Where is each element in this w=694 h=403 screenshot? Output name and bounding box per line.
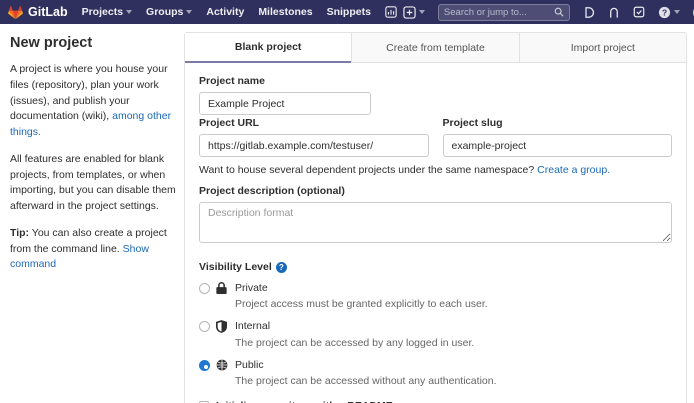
- page-title: New project: [10, 35, 176, 51]
- page-content: New project A project is where you house…: [0, 24, 694, 403]
- radio-public[interactable]: [199, 360, 210, 371]
- project-name-label: Project name: [199, 75, 672, 87]
- namespace-hint: Want to house several dependent projects…: [199, 164, 672, 176]
- visibility-level-label: Visibility Level: [199, 261, 272, 273]
- search-icon: [554, 7, 564, 17]
- tab-blank-project[interactable]: Blank project: [185, 33, 351, 63]
- visibility-option-description: The project can be accessed without any …: [235, 375, 672, 387]
- visibility-help-icon[interactable]: ?: [276, 262, 287, 273]
- chevron-down-icon: [126, 10, 132, 14]
- visibility-option-internal[interactable]: Internal The project can be accessed by …: [199, 320, 672, 349]
- navbar-right: ?: [403, 4, 694, 21]
- new-project-card: Blank project Create from template Impor…: [184, 32, 687, 403]
- project-description-label: Project description (optional): [199, 185, 672, 197]
- global-search[interactable]: [438, 4, 570, 21]
- nav-item-activity[interactable]: Activity: [206, 6, 244, 18]
- shield-icon: [216, 320, 235, 333]
- chart-icon[interactable]: [385, 6, 397, 18]
- visibility-option-description: The project can be accessed by any logge…: [235, 337, 672, 349]
- top-navbar: GitLab Projects Groups Activity Mileston…: [0, 0, 694, 24]
- blank-project-form: Project name Project URL Project slug Wa…: [185, 63, 686, 403]
- project-url-input[interactable]: [199, 134, 429, 157]
- project-slug-label: Project slug: [443, 117, 673, 129]
- visibility-option-name: Internal: [235, 320, 672, 332]
- radio-internal[interactable]: [199, 321, 210, 332]
- lock-icon: [216, 282, 235, 294]
- nav-item-milestones[interactable]: Milestones: [258, 6, 312, 18]
- nav-item-projects[interactable]: Projects: [82, 6, 132, 18]
- visibility-option-private[interactable]: Private Project access must be granted e…: [199, 282, 672, 310]
- logo-text: GitLab: [28, 5, 68, 19]
- nav-item-groups[interactable]: Groups: [146, 6, 192, 18]
- todos-icon[interactable]: [633, 6, 645, 18]
- help-icon: ?: [658, 6, 671, 19]
- gitlab-tanuki-icon: [8, 5, 23, 20]
- sidebar: New project A project is where you house…: [10, 32, 184, 403]
- project-slug-input[interactable]: [443, 134, 673, 157]
- project-description-textarea[interactable]: [199, 202, 672, 243]
- create-a-group-link[interactable]: Create a group.: [537, 164, 610, 176]
- tab-create-from-template[interactable]: Create from template: [351, 33, 518, 63]
- visibility-option-public[interactable]: Public The project can be accessed witho…: [199, 359, 672, 387]
- project-url-field: Project URL: [199, 115, 429, 157]
- visibility-option-description: Project access must be granted explicitl…: [235, 298, 672, 310]
- project-slug-field: Project slug: [443, 115, 673, 157]
- project-tabs: Blank project Create from template Impor…: [185, 33, 686, 63]
- project-url-label: Project URL: [199, 117, 429, 129]
- tab-import-project[interactable]: Import project: [519, 33, 686, 63]
- help-menu[interactable]: ?: [658, 6, 680, 19]
- chevron-down-icon: [419, 10, 425, 14]
- issues-icon[interactable]: [583, 6, 595, 19]
- sidebar-tip: Tip: You can also create a project from …: [10, 226, 176, 273]
- search-input[interactable]: [444, 7, 554, 18]
- radio-private[interactable]: [199, 283, 210, 294]
- globe-icon: [216, 359, 235, 371]
- visibility-option-name: Private: [235, 282, 672, 294]
- chevron-down-icon: [674, 10, 680, 14]
- nav-item-snippets[interactable]: Snippets: [327, 6, 371, 18]
- tip-label: Tip:: [10, 227, 29, 239]
- merge-requests-icon[interactable]: [608, 6, 620, 19]
- visibility-option-name: Public: [235, 359, 672, 371]
- svg-text:?: ?: [662, 7, 667, 17]
- nav-menu: Projects Groups Activity Milestones Snip…: [82, 6, 397, 18]
- chevron-down-icon: [186, 10, 192, 14]
- sidebar-paragraph-1: A project is where you house your files …: [10, 62, 176, 141]
- gitlab-logo[interactable]: GitLab: [8, 5, 68, 20]
- plus-icon: [403, 6, 416, 19]
- sidebar-paragraph-2: All features are enabled for blank proje…: [10, 152, 176, 215]
- new-menu-button[interactable]: [403, 6, 425, 19]
- project-name-input[interactable]: [199, 92, 371, 115]
